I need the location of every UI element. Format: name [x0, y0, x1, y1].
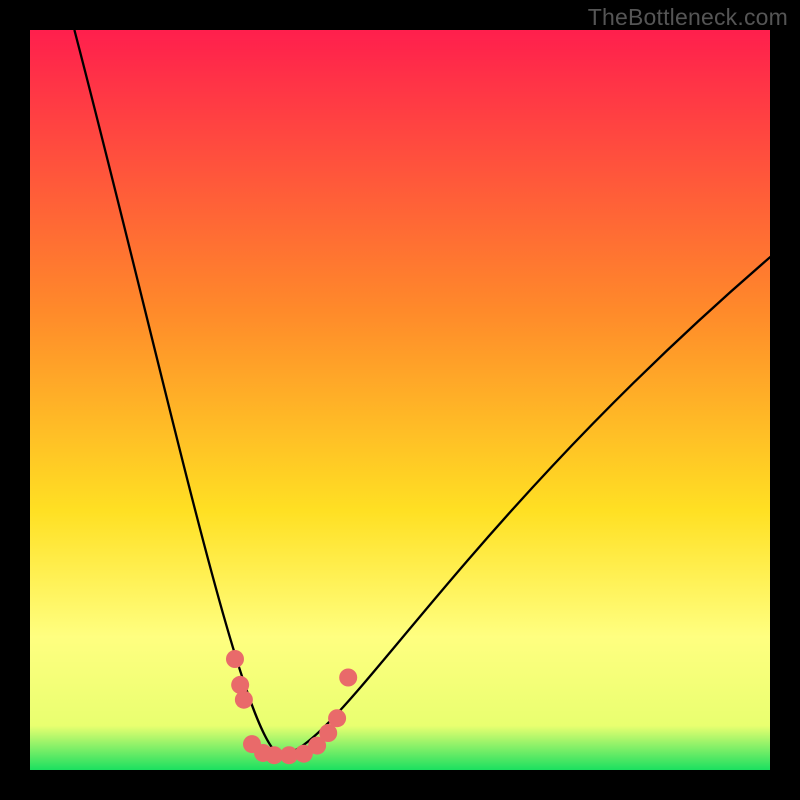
data-marker — [226, 650, 244, 668]
data-marker — [328, 709, 346, 727]
data-marker — [339, 669, 357, 687]
data-marker — [235, 691, 253, 709]
watermark-text: TheBottleneck.com — [588, 4, 788, 31]
chart-svg — [30, 30, 770, 770]
plot-area — [30, 30, 770, 770]
chart-frame: TheBottleneck.com — [0, 0, 800, 800]
gradient-background — [30, 30, 770, 770]
